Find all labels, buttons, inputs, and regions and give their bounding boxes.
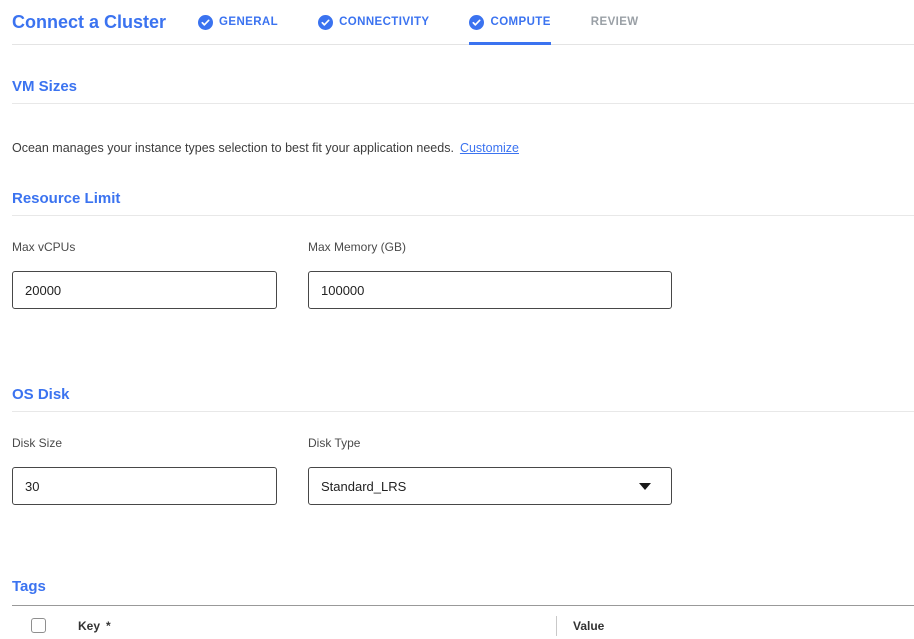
disk-size-field-group: Disk Size (12, 436, 277, 505)
os-disk-section: OS Disk Disk Size Disk Type Standard_LRS (12, 385, 914, 505)
disk-type-field-group: Disk Type Standard_LRS (308, 436, 672, 505)
select-all-checkbox[interactable] (31, 618, 46, 633)
page-title: Connect a Cluster (12, 12, 166, 33)
os-disk-heading: OS Disk (12, 385, 914, 404)
vm-sizes-description-text: Ocean manages your instance types select… (12, 141, 454, 155)
resource-limit-heading: Resource Limit (12, 189, 914, 208)
max-vcpus-field-group: Max vCPUs (12, 240, 277, 309)
tab-review[interactable]: REVIEW (591, 0, 639, 44)
resource-limit-section: Resource Limit Max vCPUs Max Memory (GB) (12, 189, 914, 309)
tags-column-value: Value (573, 619, 604, 633)
os-disk-form-row: Disk Size Disk Type Standard_LRS (12, 436, 914, 505)
tags-table-header-row: Key * Value (12, 606, 914, 639)
disk-type-selected-value: Standard_LRS (321, 479, 406, 494)
disk-type-dropdown[interactable]: Standard_LRS (308, 467, 672, 505)
max-vcpus-input[interactable] (12, 271, 277, 309)
tags-section: Tags Key * Value (12, 577, 914, 639)
tab-general[interactable]: GENERAL (198, 0, 278, 44)
max-memory-input[interactable] (308, 271, 672, 309)
wizard-header: Connect a Cluster GENERAL CONNECTIVITY C… (12, 0, 914, 45)
tab-general-label: GENERAL (219, 16, 278, 28)
section-divider (12, 103, 914, 104)
check-circle-icon (318, 15, 333, 30)
customize-link[interactable]: Customize (460, 141, 519, 155)
check-circle-icon (198, 15, 213, 30)
vm-sizes-section: VM Sizes Ocean manages your instance typ… (12, 77, 914, 156)
tab-connectivity[interactable]: CONNECTIVITY (318, 0, 429, 44)
tags-column-key: Key (78, 619, 100, 633)
resource-limit-form-row: Max vCPUs Max Memory (GB) (12, 240, 914, 309)
tags-heading: Tags (12, 577, 914, 596)
disk-type-label: Disk Type (308, 436, 672, 450)
vm-sizes-description: Ocean manages your instance types select… (12, 141, 914, 156)
max-memory-field-group: Max Memory (GB) (308, 240, 672, 309)
tab-compute-label: COMPUTE (490, 16, 550, 28)
disk-size-label: Disk Size (12, 436, 277, 450)
check-circle-icon (469, 15, 484, 30)
tab-review-label: REVIEW (591, 16, 639, 28)
column-separator (556, 616, 557, 636)
required-asterisk: * (106, 619, 111, 633)
disk-size-input[interactable] (12, 467, 277, 505)
tab-connectivity-label: CONNECTIVITY (339, 16, 429, 28)
vm-sizes-heading: VM Sizes (12, 77, 914, 96)
max-memory-label: Max Memory (GB) (308, 240, 672, 254)
tab-compute[interactable]: COMPUTE (469, 0, 550, 44)
chevron-down-icon (639, 483, 651, 490)
section-divider (12, 215, 914, 216)
connect-cluster-page: Connect a Cluster GENERAL CONNECTIVITY C… (0, 0, 914, 639)
wizard-tabs: GENERAL CONNECTIVITY COMPUTE REVIEW (198, 0, 679, 44)
max-vcpus-label: Max vCPUs (12, 240, 277, 254)
section-divider (12, 411, 914, 412)
